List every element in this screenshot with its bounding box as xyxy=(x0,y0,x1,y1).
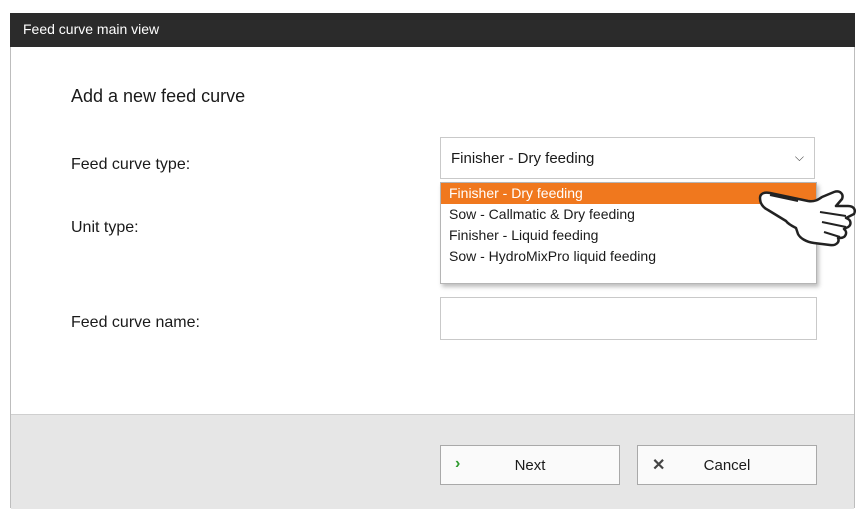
feed-curve-type-value: Finisher - Dry feeding xyxy=(451,150,595,167)
add-feed-curve-dialog: Add a new feed curve Feed curve type: Un… xyxy=(10,47,855,509)
feed-curve-name-label: Feed curve name: xyxy=(71,314,200,331)
cancel-button[interactable]: ✕ Cancel xyxy=(637,445,817,485)
dialog-footer: › Next ✕ Cancel xyxy=(11,414,854,509)
feed-curve-name-input[interactable] xyxy=(440,297,817,340)
hand-pointer-icon xyxy=(758,190,856,247)
chevron-down-icon: ⌵ xyxy=(794,150,804,164)
unit-type-label: Unit type: xyxy=(71,219,139,236)
window-title: Feed curve main view xyxy=(23,21,160,37)
feed-curve-type-select[interactable]: Finisher - Dry feeding ⌵ xyxy=(440,137,815,179)
window-title-bar: Feed curve main view xyxy=(10,13,855,47)
dialog-heading: Add a new feed curve xyxy=(71,86,246,106)
next-button-label: Next xyxy=(514,457,546,474)
feed-curve-type-label: Feed curve type: xyxy=(71,156,191,173)
next-button[interactable]: › Next xyxy=(440,445,620,485)
cancel-button-label: Cancel xyxy=(703,457,751,474)
